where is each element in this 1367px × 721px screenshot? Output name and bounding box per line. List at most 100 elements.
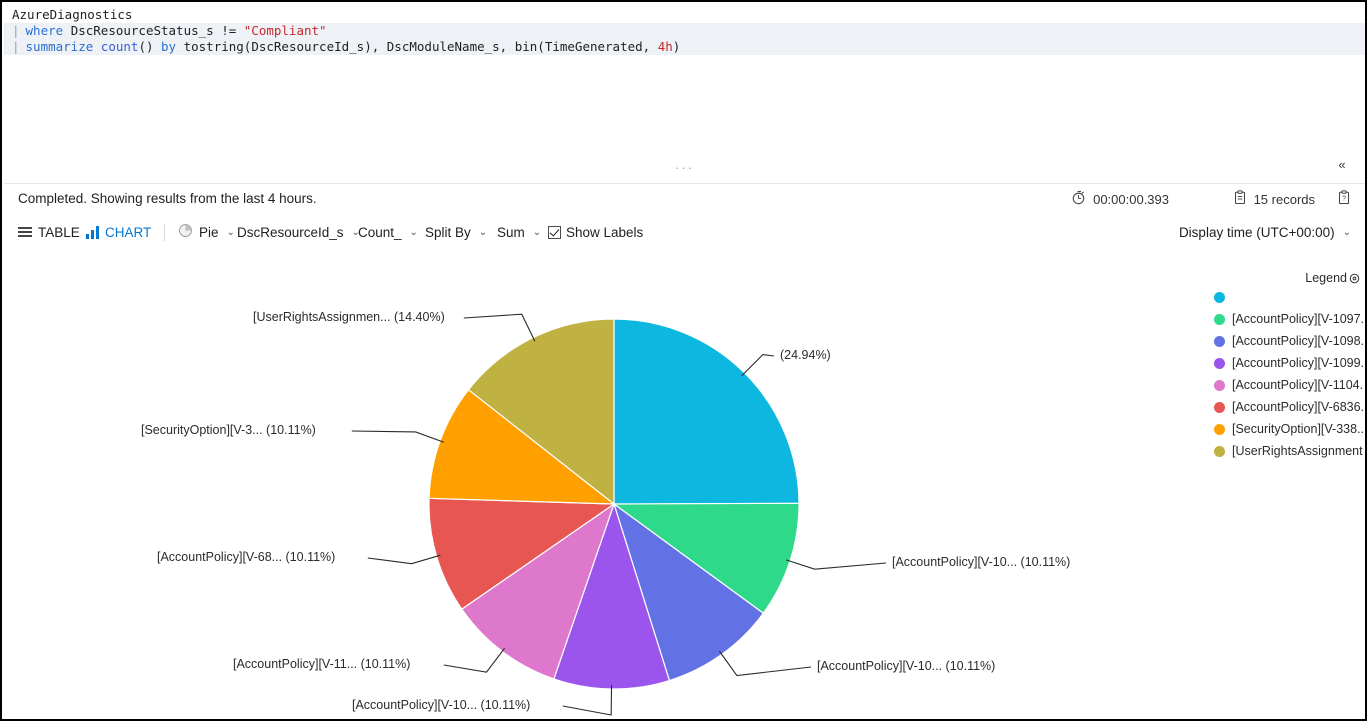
legend-item-label: [AccountPolicy][V-1104... [1232, 378, 1363, 392]
legend-item-label: [UserRightsAssignment... [1232, 444, 1363, 458]
query-token: () [138, 39, 161, 54]
query-line-3[interactable]: |summarize count() by tostring(DscResour… [4, 39, 1365, 55]
clipboard-question-icon[interactable]: ? [1337, 190, 1351, 210]
tab-chart[interactable]: CHART [86, 221, 151, 243]
pie-label-leader-line [742, 355, 774, 376]
query-editor[interactable]: AzureDiagnostics| where DscResourceStatus… [4, 4, 1365, 184]
y-axis-label: Count_ [358, 225, 402, 240]
display-time-dropdown[interactable]: Display time (UTC+00:00) ⌄ [1179, 221, 1351, 243]
split-by-dropdown[interactable]: Split By ⌄ [425, 221, 487, 243]
legend-item-label: [AccountPolicy][V-6836... [1232, 400, 1363, 414]
record-count: 15 records [1233, 190, 1315, 208]
query-code[interactable]: AzureDiagnostics| where DscResourceStatus… [4, 7, 1365, 55]
legend-item[interactable]: [AccountPolicy][V-1098... [1203, 330, 1363, 352]
legend-items: [AccountPolicy][V-1097... [AccountPolicy]… [1203, 286, 1363, 462]
chart-legend: Legend [AccountPolicy][V-1097...[Account… [1203, 270, 1363, 462]
pie-slice-label: [SecurityOption][V-3... (10.11%) [141, 423, 316, 437]
stopwatch-icon [1071, 190, 1086, 208]
clipboard-icon [1233, 190, 1247, 208]
pie-chart-icon [178, 223, 193, 241]
show-labels-label: Show Labels [566, 225, 643, 240]
tab-table[interactable]: TABLE [18, 221, 80, 243]
status-message: Completed. Showing results from the last… [18, 191, 317, 206]
legend-item[interactable]: [AccountPolicy][V-1099... [1203, 352, 1363, 374]
query-token: ) [673, 39, 681, 54]
pie-slice-label: [AccountPolicy][V-10... (10.11%) [352, 698, 530, 712]
legend-item-label: [AccountPolicy][V-1099... [1232, 356, 1363, 370]
query-token: "Compliant" [244, 23, 327, 38]
query-token: summarize [26, 39, 101, 54]
pie-label-leader-line [352, 431, 444, 442]
svg-text:?: ? [1342, 196, 1346, 203]
query-token: DscResourceStatus_s != [71, 23, 244, 38]
duration-value: 00:00:00.393 [1093, 192, 1169, 207]
query-token: 4h [658, 39, 673, 54]
aggregation-dropdown[interactable]: Sum ⌄ [497, 221, 541, 243]
pie-slice-label: (24.94%) [780, 348, 831, 362]
legend-header[interactable]: Legend [1203, 270, 1363, 286]
pie-slice-label: [UserRightsAssignmen... (14.40%) [253, 310, 445, 324]
chevron-down-icon: ⌄ [1343, 227, 1351, 238]
pie-label-leader-line [464, 314, 535, 341]
legend-color-swatch [1214, 292, 1225, 303]
show-labels-checkbox[interactable]: Show Labels [548, 221, 643, 243]
query-pipe-glyph: | [12, 23, 20, 39]
pie-slice-label: [AccountPolicy][V-10... (10.11%) [817, 659, 995, 673]
pie-label-leader-line [368, 555, 441, 563]
tab-chart-label: CHART [105, 225, 151, 240]
chevron-down-icon: ⌄ [533, 227, 541, 238]
legend-color-swatch [1214, 446, 1225, 457]
pie-slice-label: [AccountPolicy][V-10... (10.11%) [892, 555, 1070, 569]
legend-item[interactable]: [UserRightsAssignment... [1203, 440, 1363, 462]
table-icon [18, 227, 32, 238]
toolbar-divider [164, 224, 165, 241]
legend-item[interactable] [1203, 286, 1363, 308]
results-toolbar: TABLE CHART Pie ⌄ DscResourceId_s ⌄ C [4, 218, 1365, 248]
visualization-type-dropdown[interactable]: Pie ⌄ [178, 221, 235, 243]
query-token: count [101, 39, 139, 54]
legend-item-label: [SecurityOption][V-338... [1232, 422, 1363, 436]
pie-label-leader-line [719, 651, 811, 675]
pie-slice[interactable] [614, 319, 799, 504]
legend-color-swatch [1214, 358, 1225, 369]
record-count-value: 15 records [1254, 192, 1315, 207]
legend-color-swatch [1214, 380, 1225, 391]
pie-chart-svg[interactable] [4, 250, 1365, 721]
query-token: tostring(DscResourceId_s), DscModuleName… [184, 39, 658, 54]
x-axis-label: DscResourceId_s [237, 225, 344, 240]
checkbox-checked-icon [548, 226, 561, 239]
query-token: by [161, 39, 184, 54]
split-by-label: Split By [425, 225, 471, 240]
collapse-editor-chevron-icon[interactable]: « [1329, 153, 1355, 175]
gear-icon[interactable] [1349, 273, 1360, 284]
legend-color-swatch [1214, 402, 1225, 413]
log-analytics-query-result-panel: AzureDiagnostics| where DscResourceStatus… [0, 0, 1367, 721]
pie-slice-label: [AccountPolicy][V-11... (10.11%) [233, 657, 410, 671]
legend-color-swatch [1214, 424, 1225, 435]
legend-color-swatch [1214, 314, 1225, 325]
chevron-down-icon: ⌄ [227, 227, 235, 238]
display-time-label: Display time (UTC+00:00) [1179, 225, 1335, 240]
results-status-bar: Completed. Showing results from the last… [4, 185, 1365, 217]
chevron-down-icon: ⌄ [410, 227, 418, 238]
legend-item[interactable]: [SecurityOption][V-338... [1203, 418, 1363, 440]
pie-label-leader-line [786, 560, 886, 569]
legend-item[interactable]: [AccountPolicy][V-1104... [1203, 374, 1363, 396]
y-axis-dropdown[interactable]: Count_ ⌄ [358, 221, 418, 243]
pie-chart-visualization: (24.94%) [AccountPolicy][V-10... (10.11%)… [4, 250, 1365, 721]
tab-table-label: TABLE [38, 225, 80, 240]
legend-item-label: [AccountPolicy][V-1097... [1232, 312, 1363, 326]
legend-item[interactable]: [AccountPolicy][V-1097... [1203, 308, 1363, 330]
aggregation-label: Sum [497, 225, 525, 240]
query-line-1[interactable]: AzureDiagnostics [4, 7, 1365, 23]
editor-resize-handle[interactable]: ··· [4, 160, 1365, 175]
legend-title: Legend [1305, 271, 1347, 285]
visualization-type-label: Pie [199, 225, 219, 240]
query-token: AzureDiagnostics [12, 7, 132, 22]
legend-item[interactable]: [AccountPolicy][V-6836... [1203, 396, 1363, 418]
query-token: where [26, 23, 71, 38]
query-line-2[interactable]: | where DscResourceStatus_s != "Compliant… [4, 23, 1365, 39]
pie-label-leader-line [444, 648, 505, 672]
query-duration: 00:00:00.393 [1071, 190, 1169, 208]
x-axis-dropdown[interactable]: DscResourceId_s ⌄ [237, 221, 360, 243]
